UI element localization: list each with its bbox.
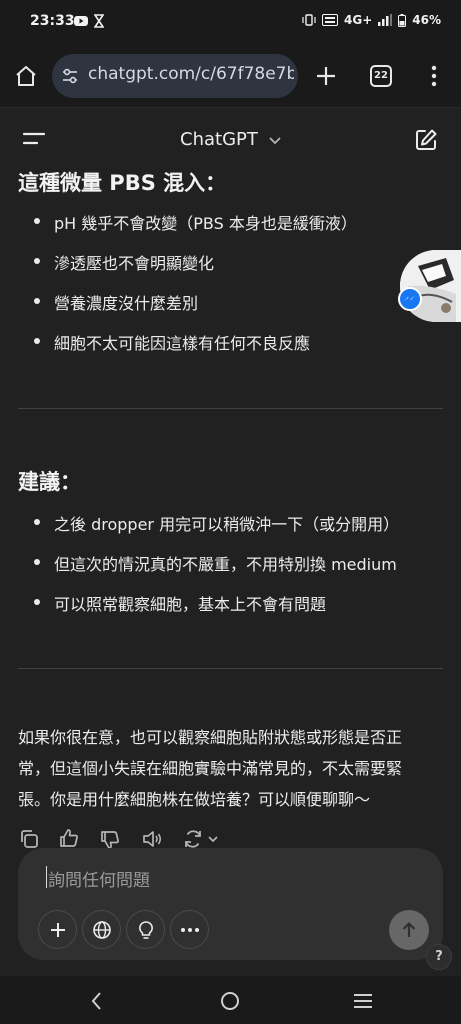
hourglass-icon bbox=[94, 14, 104, 28]
browser-toolbar: chatgpt.com/c/67f78e7b- 22 bbox=[0, 44, 461, 108]
regenerate-icon[interactable] bbox=[183, 828, 221, 848]
arrow-up-icon bbox=[402, 921, 416, 937]
status-bar: 23:33 4G+ 46% bbox=[0, 0, 461, 44]
battery-percent: 46% bbox=[412, 13, 441, 27]
youtube-notification-icon bbox=[74, 16, 88, 26]
screen: 23:33 4G+ 46% chatgpt.com/c/67f78e7b- 22… bbox=[0, 0, 461, 1024]
partial-heading: 這種微量 PBS 混入： bbox=[18, 171, 227, 195]
reason-button[interactable] bbox=[126, 910, 165, 949]
battery-icon bbox=[398, 13, 407, 27]
back-icon[interactable] bbox=[88, 990, 106, 1012]
list-item: 之後 dropper 用完可以稍微沖一下（或分開用） bbox=[54, 515, 400, 534]
volte-icon bbox=[322, 14, 338, 26]
list-item: 可以照常觀察細胞，基本上不會有問題 bbox=[54, 595, 327, 614]
more-icon bbox=[180, 927, 199, 932]
home-icon[interactable] bbox=[14, 64, 38, 88]
bullet-marker bbox=[34, 599, 40, 605]
more-tools-button[interactable] bbox=[170, 910, 209, 949]
tab-switcher-button[interactable]: 22 bbox=[370, 65, 392, 87]
site-settings-icon[interactable] bbox=[61, 67, 79, 85]
messenger-icon bbox=[398, 287, 422, 311]
vibrate-icon bbox=[302, 14, 316, 26]
text-cursor bbox=[46, 866, 47, 888]
plus-icon bbox=[50, 922, 65, 937]
read-aloud-icon[interactable] bbox=[141, 828, 163, 848]
new-tab-icon[interactable] bbox=[315, 65, 337, 87]
bullet-marker bbox=[34, 559, 40, 565]
paragraph-line: 如果你很在意，也可以觀察細胞貼附狀態或形態是否正 bbox=[18, 728, 403, 747]
copy-icon[interactable] bbox=[18, 828, 40, 848]
help-button[interactable]: ? bbox=[426, 944, 452, 970]
chevron-down-icon bbox=[269, 137, 281, 145]
search-web-button[interactable] bbox=[82, 910, 121, 949]
thumbs-down-icon[interactable] bbox=[99, 829, 121, 848]
closing-paragraph: 如果你很在意，也可以觀察細胞貼附狀態或形態是否正 常，但這個小失誤在細胞實驗中滿… bbox=[18, 722, 443, 815]
list-item: 營養濃度沒什麼差別 bbox=[54, 294, 199, 313]
section-heading: 建議： bbox=[18, 470, 81, 494]
bullet-marker bbox=[34, 519, 40, 525]
recents-icon[interactable] bbox=[353, 992, 373, 1010]
message-input[interactable]: 詢問任何問題 bbox=[48, 866, 378, 891]
bullet-marker bbox=[34, 258, 40, 264]
divider bbox=[18, 408, 443, 409]
bullet-marker bbox=[34, 298, 40, 304]
signal-icon bbox=[378, 14, 393, 26]
composer bbox=[18, 848, 443, 960]
model-selector[interactable]: ChatGPT bbox=[0, 129, 461, 150]
lightbulb-icon bbox=[138, 920, 153, 939]
list-item: 滲透壓也不會明顯變化 bbox=[54, 254, 215, 273]
network-type: 4G+ bbox=[344, 13, 373, 27]
paragraph-line: 常，但這個小失誤在細胞實驗中滿常見的，不太需要緊 bbox=[18, 759, 403, 778]
thumbs-up-icon[interactable] bbox=[58, 827, 80, 848]
globe-icon bbox=[92, 920, 111, 939]
attach-button[interactable] bbox=[38, 910, 77, 949]
status-indicators: 4G+ 46% bbox=[302, 13, 441, 27]
app-title: ChatGPT bbox=[180, 129, 258, 150]
list-item: 細胞不太可能因這樣有任何不良反應 bbox=[54, 334, 311, 353]
new-chat-icon[interactable] bbox=[414, 128, 438, 152]
paragraph-line: 張。你是用什麼細胞株在做培養？可以順便聊聊～ bbox=[18, 790, 371, 809]
divider bbox=[18, 668, 443, 669]
url-text[interactable]: chatgpt.com/c/67f78e7b- bbox=[88, 64, 294, 84]
home-nav-icon[interactable] bbox=[219, 990, 241, 1012]
bullet-marker bbox=[34, 218, 40, 224]
list-item: 但這次的情況真的不嚴重，不用特別換 medium bbox=[54, 555, 397, 574]
browser-menu-icon[interactable] bbox=[426, 65, 442, 87]
list-item: pH 幾乎不會改變（PBS 本身也是緩衝液） bbox=[54, 214, 357, 233]
bullet-marker bbox=[34, 338, 40, 344]
status-time: 23:33 bbox=[30, 13, 75, 29]
send-button[interactable] bbox=[389, 910, 429, 950]
chat-scroll-area[interactable]: 這種微量 PBS 混入： pH 幾乎不會改變（PBS 本身也是緩衝液） 滲透壓也… bbox=[0, 170, 461, 848]
